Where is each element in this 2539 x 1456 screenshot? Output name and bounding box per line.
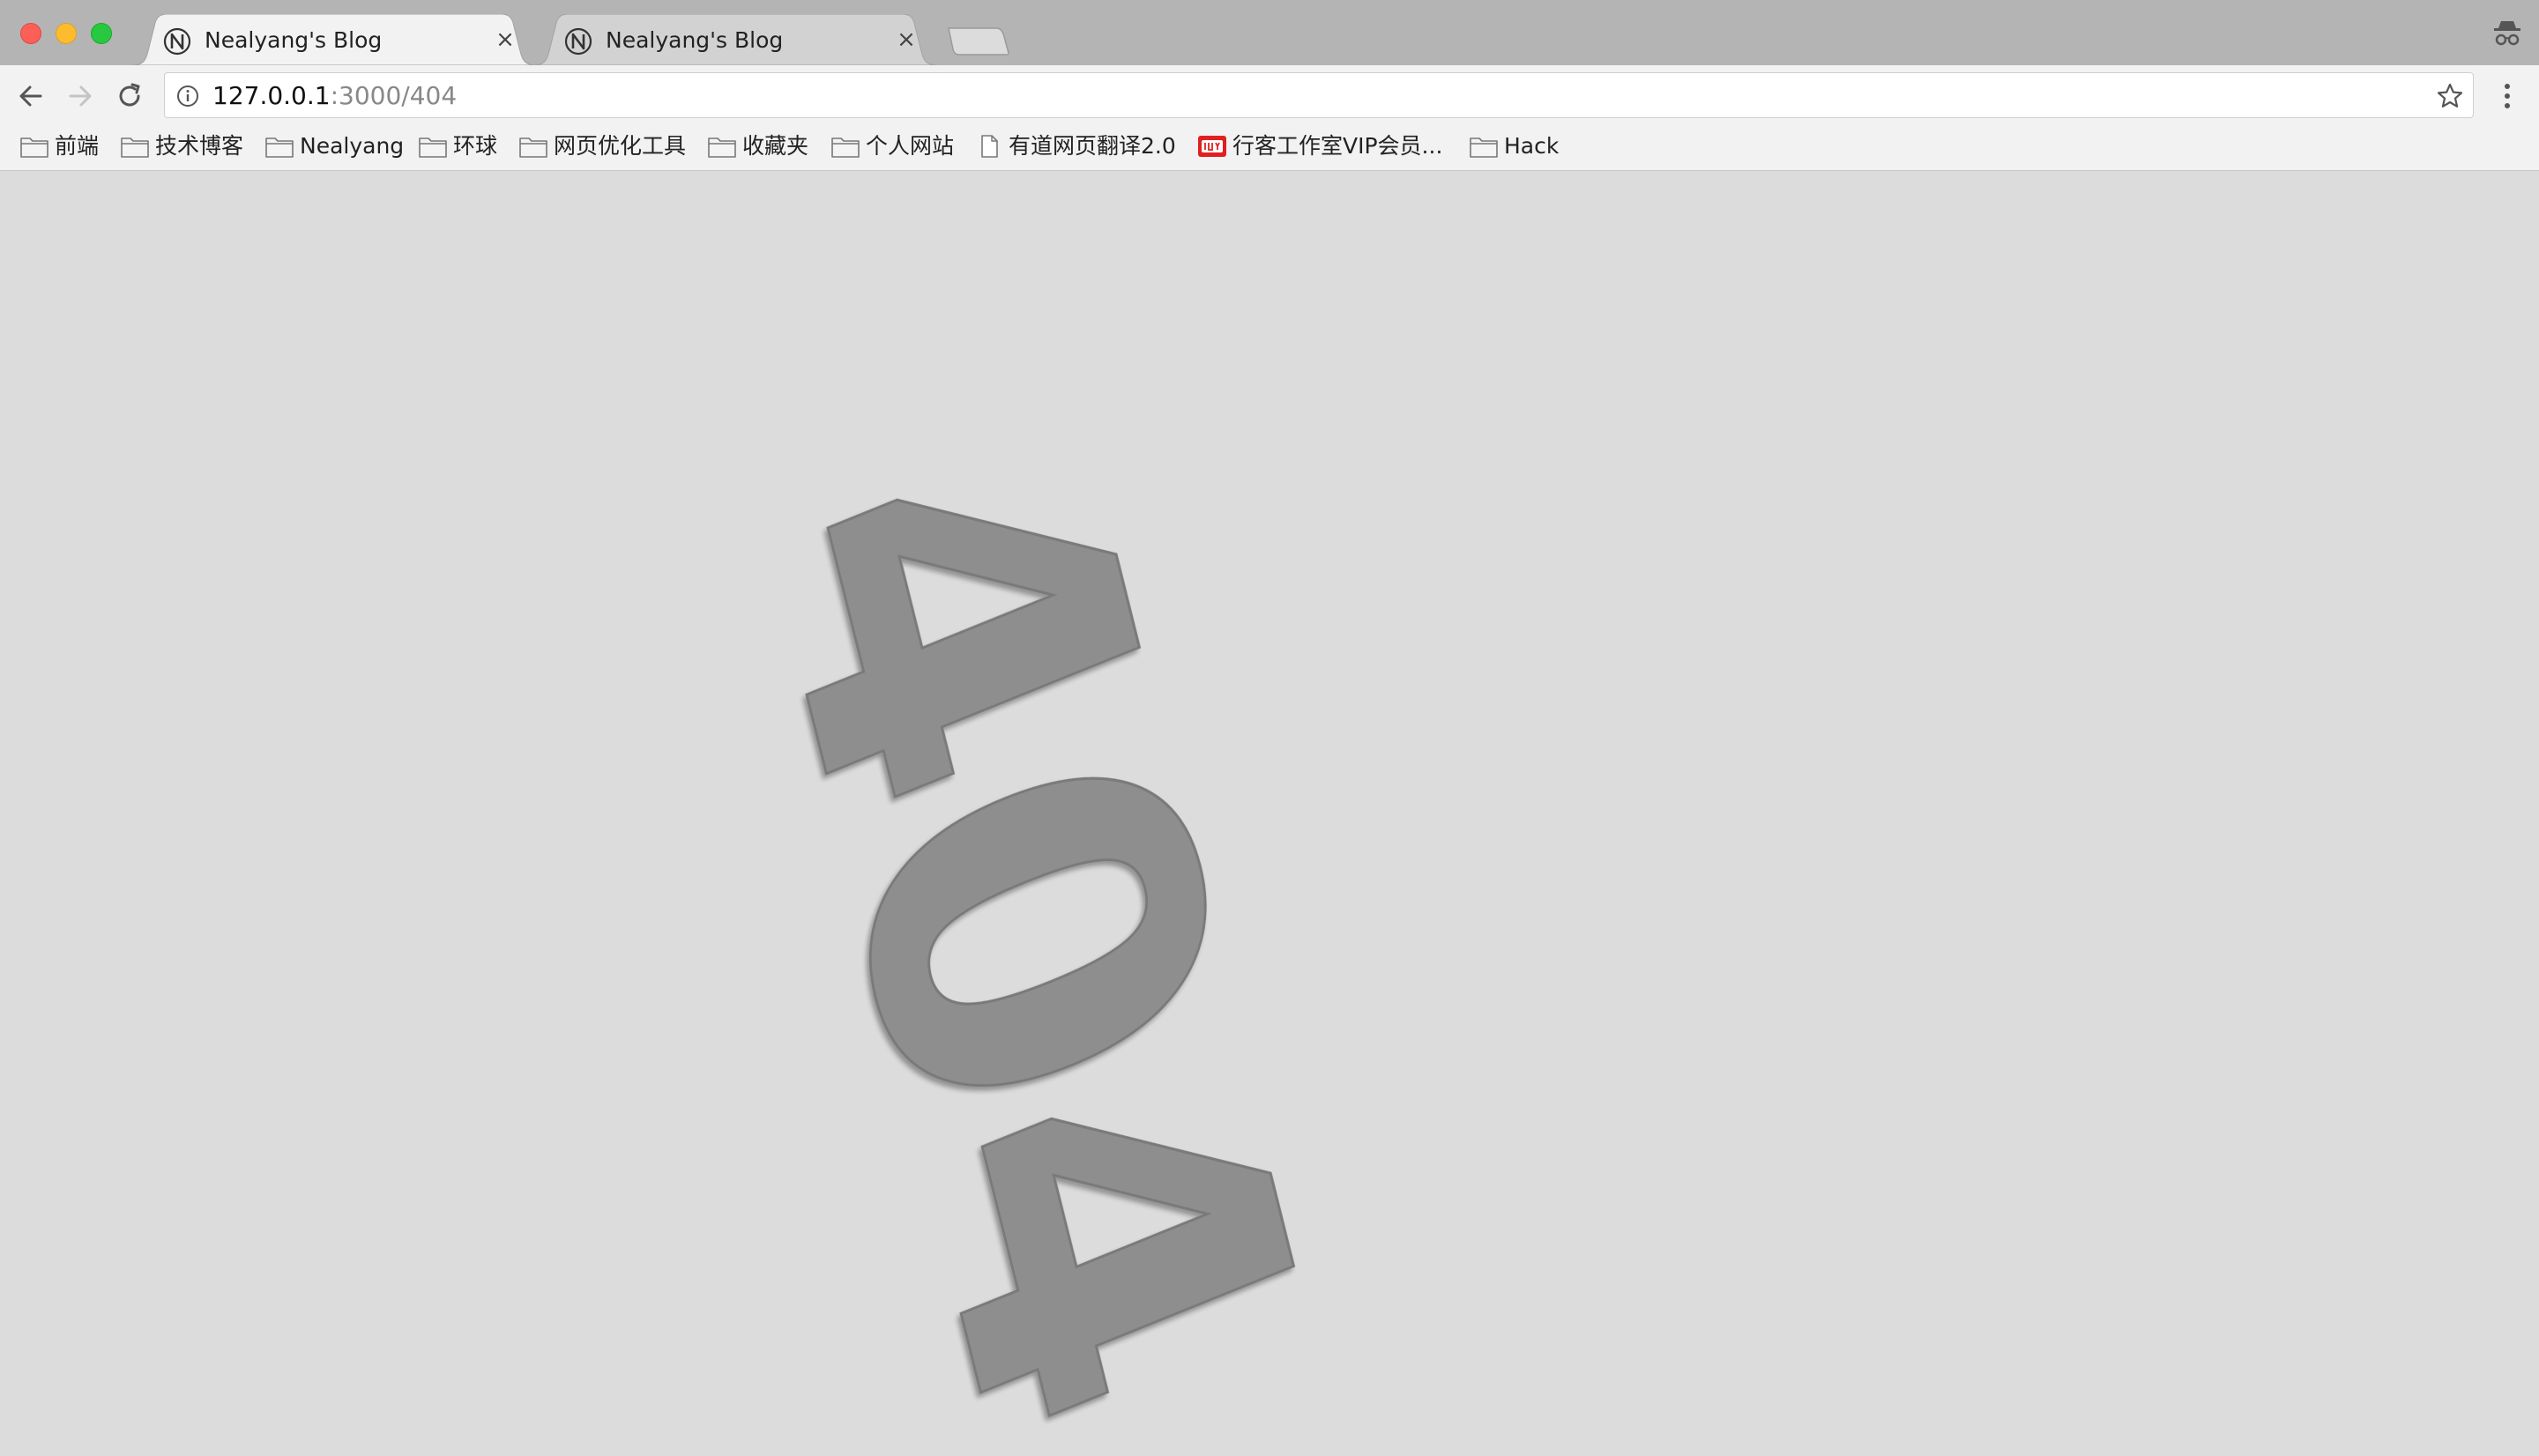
error-code-text: 404 — [664, 370, 1395, 1456]
incognito-icon[interactable] — [2491, 18, 2523, 49]
bookmark-label: Hack — [1504, 133, 1560, 159]
bookmark-star-icon[interactable] — [2436, 82, 2464, 110]
nealyang-logo-icon — [564, 27, 592, 56]
nealyang-logo-icon — [163, 27, 191, 56]
bookmark-folder[interactable]: 环球 — [418, 130, 497, 162]
bookmarks-bar: 前端 技术博客 Nealyang 环球 网页优化工具 收藏夹 个人网站 有道网页… — [0, 125, 2539, 171]
back-arrow-icon[interactable] — [14, 79, 48, 113]
bookmark-label: 环球 — [453, 133, 498, 159]
bookmark-folder[interactable]: 前端 — [19, 130, 99, 162]
bookmark-folder[interactable]: 技术博客 — [120, 130, 243, 162]
more-menu-icon[interactable] — [2491, 79, 2523, 113]
tab-close-icon[interactable]: × — [492, 26, 518, 53]
window-close-button[interactable] — [20, 23, 41, 44]
tab-strip: Nealyang's Blog × Nealyang's Blog × — [0, 0, 2539, 65]
bookmark-page[interactable]: 有道网页翻译2.0 — [973, 130, 1176, 162]
bookmark-label: 有道网页翻译2.0 — [1009, 133, 1176, 159]
tab-close-icon[interactable]: × — [893, 26, 920, 53]
new-tab-button[interactable] — [947, 26, 1010, 56]
folder-icon — [831, 137, 860, 158]
browser-window: Nealyang's Blog × Nealyang's Blog × 127.… — [0, 0, 2539, 1456]
forward-arrow-icon[interactable] — [63, 79, 97, 113]
address-bar[interactable]: 127.0.0.1:3000/404 — [164, 72, 2474, 118]
bookmark-folder[interactable]: Nealyang — [264, 130, 404, 162]
bookmark-folder[interactable]: 网页优化工具 — [518, 130, 686, 162]
bookmark-label: 个人网站 — [866, 133, 955, 159]
folder-icon — [1470, 137, 1498, 158]
folder-icon — [708, 137, 736, 158]
url-path: :3000/404 — [330, 81, 458, 110]
bookmark-folder[interactable]: 个人网站 — [830, 130, 954, 162]
tab-inactive[interactable]: Nealyang's Blog × — [533, 14, 937, 65]
folder-icon — [519, 137, 547, 158]
window-minimize-button[interactable] — [56, 23, 77, 44]
error-404-graphic: 404 — [663, 369, 1396, 1456]
iqiyi-icon — [1198, 136, 1226, 157]
bookmark-label: 技术博客 — [155, 133, 244, 159]
browser-toolbar: 127.0.0.1:3000/404 — [0, 65, 2539, 125]
bookmark-label: 行客工作室VIP会员... — [1232, 133, 1443, 159]
folder-icon — [121, 137, 149, 158]
tab-title: Nealyang's Blog — [606, 27, 784, 53]
page-content: 404 — [0, 171, 2539, 1456]
page-icon — [981, 135, 998, 158]
reload-icon[interactable] — [113, 79, 146, 113]
tab-title: Nealyang's Blog — [205, 27, 383, 53]
bookmark-label: 收藏夹 — [742, 133, 809, 159]
url-host: 127.0.0.1 — [212, 81, 331, 110]
bookmark-folder[interactable]: 收藏夹 — [707, 130, 808, 162]
bookmark-label: 网页优化工具 — [554, 133, 687, 159]
bookmark-page[interactable]: 行客工作室VIP会员... — [1197, 130, 1442, 162]
folder-icon — [20, 137, 48, 158]
bookmark-label: 前端 — [55, 133, 100, 159]
folder-icon — [265, 137, 294, 158]
bookmark-folder[interactable]: Hack — [1469, 130, 1559, 162]
window-maximize-button[interactable] — [91, 23, 112, 44]
url-text[interactable]: 127.0.0.1:3000/404 — [212, 81, 457, 111]
tab-active[interactable]: Nealyang's Blog × — [132, 14, 536, 65]
bookmark-label: Nealyang — [300, 133, 405, 159]
folder-icon — [419, 137, 447, 158]
info-icon[interactable] — [175, 84, 200, 108]
